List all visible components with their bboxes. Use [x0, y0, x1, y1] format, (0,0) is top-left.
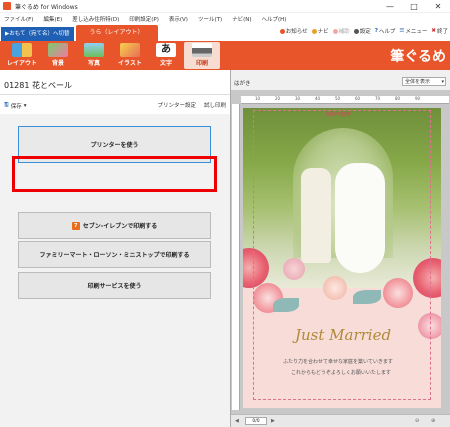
ribbon-text-button[interactable]: あ 文字 — [148, 42, 184, 69]
menu-merge[interactable]: 差し込み住所特(D) — [72, 15, 119, 23]
menu-navi[interactable]: ナビ(N) — [232, 15, 251, 23]
back-layout-tab[interactable]: うら（レイアウト） — [75, 25, 158, 41]
card-title: Just Married — [295, 326, 392, 344]
print-panel: 01281 花とベール 🖫 保存 ▾ プリンター設定 試し印刷 プリンターを使う… — [0, 70, 230, 427]
print-service-button[interactable]: 印刷サービスを使う — [18, 272, 211, 299]
divider — [0, 94, 230, 95]
brand-logo: 筆ぐるめ — [390, 49, 446, 65]
ribbon-photo-button[interactable]: 写真 — [76, 42, 112, 69]
seven-eleven-print-button[interactable]: 7 セブン‐イレブンで印刷する — [18, 212, 211, 239]
assist-button[interactable]: 補助 — [332, 27, 350, 35]
trial-print-link[interactable]: 試し印刷 — [204, 101, 226, 109]
save-icon: 🖫 — [4, 102, 9, 108]
card-message-line-1: ふたり力を合わせて幸せな家庭を築いていきます — [283, 359, 393, 365]
menu-file[interactable]: ファイル(F) — [4, 15, 33, 23]
ribbon-print-button[interactable]: 印刷 — [184, 42, 220, 69]
preview-panel: はがき 全体を表示 ▾ 10 20 30 40 50 60 70 80 90 印… — [230, 70, 450, 427]
help-button[interactable]: ? ヘルプ — [375, 27, 396, 35]
minimize-button[interactable]: — — [378, 0, 402, 13]
navi-button[interactable]: ナビ — [311, 27, 329, 35]
ribbon-background-button[interactable]: 背景 — [40, 42, 76, 69]
scroll-right-icon[interactable]: ▶ — [271, 418, 277, 424]
app-icon — [3, 2, 11, 10]
print-links: プリンター設定 試し印刷 — [157, 101, 226, 109]
paper-label: はがき — [234, 81, 251, 87]
menu-view[interactable]: 表示(V) — [169, 15, 188, 23]
exit-button[interactable]: ✖ 終了 — [431, 27, 448, 35]
menu-print-settings[interactable]: 印刷設定(P) — [129, 15, 159, 23]
window-title: 筆ぐるめ for Windows — [15, 3, 78, 11]
close-button[interactable]: ✕ — [426, 0, 450, 13]
gear-icon — [353, 28, 359, 34]
photo-icon — [84, 43, 104, 57]
switch-to-front-tab[interactable]: ▶おもて（宛て名）へ切替 — [1, 27, 74, 41]
menu-edit[interactable]: 編集(E) — [43, 15, 62, 23]
chevron-down-icon: ▾ — [441, 79, 444, 85]
question-icon: ? — [374, 28, 378, 34]
famima-lawson-print-button[interactable]: ファミリーマート・ローソン・ミニストップで印刷する — [18, 241, 211, 268]
save-button[interactable]: 🖫 保存 ▾ — [4, 101, 26, 110]
assist-icon — [332, 28, 338, 34]
layout-icon — [12, 43, 32, 57]
illust-icon — [120, 43, 140, 57]
zoom-out-icon[interactable]: ⊖ — [415, 418, 421, 424]
document-title: 01281 花とベール — [4, 81, 72, 90]
seven-eleven-icon: 7 — [71, 221, 80, 230]
page-indicator: 0/0 — [245, 417, 267, 425]
vertical-ruler — [232, 104, 240, 410]
printable-area-label: 印刷可能枠 — [326, 112, 352, 118]
menu-icon: ☰ — [399, 28, 405, 34]
zoom-select[interactable]: 全体を表示 ▾ — [402, 77, 446, 86]
menu-tools[interactable]: ツール(T) — [198, 15, 222, 23]
ribbon-layout-button[interactable]: レイアウト — [4, 42, 40, 69]
notice-icon — [279, 28, 285, 34]
title-bar: 筆ぐるめ for Windows — □ ✕ — [0, 0, 450, 13]
printer-settings-link[interactable]: プリンター設定 — [157, 101, 196, 109]
menu-help[interactable]: ヘルプ(H) — [262, 15, 287, 23]
notice-button[interactable]: お知らせ — [279, 27, 308, 35]
horizontal-ruler: 10 20 30 40 50 60 70 80 90 — [241, 96, 449, 104]
maximize-button[interactable]: □ — [402, 0, 426, 13]
zoom-in-icon[interactable]: ⊕ — [431, 418, 437, 424]
printer-icon — [192, 43, 212, 57]
status-bar: ◀ 0/0 ▶ ⊖ ⊕ — [231, 414, 450, 427]
menu-button[interactable]: ☰ メニュー — [399, 27, 427, 35]
highlight-box — [12, 156, 217, 192]
card-message-line-2: これからもどうぞよろしくお願いいたします — [291, 370, 391, 376]
navi-icon — [311, 28, 317, 34]
ribbon: レイアウト 背景 写真 イラスト あ 文字 印刷 筆ぐるめ — [0, 41, 450, 70]
chevron-down-icon: ▾ — [23, 102, 27, 109]
ribbon-illust-button[interactable]: イラスト — [112, 42, 148, 69]
text-icon: あ — [156, 43, 176, 57]
postcard-preview[interactable]: 印刷可能枠 Just Married ふたり力を合わせて幸せな家庭を築いていきま… — [243, 108, 441, 408]
top-tools: お知らせ ナビ 補助 設定 ? ヘルプ ☰ メニュー ✖ 終了 — [279, 27, 448, 35]
settings-button[interactable]: 設定 — [353, 27, 371, 35]
menu-bar: ファイル(F) 編集(E) 差し込み住所特(D) 印刷設定(P) 表示(V) ツ… — [0, 13, 450, 24]
exit-icon: ✖ — [431, 28, 436, 34]
preview-canvas: 10 20 30 40 50 60 70 80 90 印刷可能枠 Just Ma… — [231, 90, 450, 414]
printable-area-frame — [253, 110, 431, 400]
scroll-left-icon[interactable]: ◀ — [235, 418, 241, 424]
background-icon — [48, 43, 68, 57]
